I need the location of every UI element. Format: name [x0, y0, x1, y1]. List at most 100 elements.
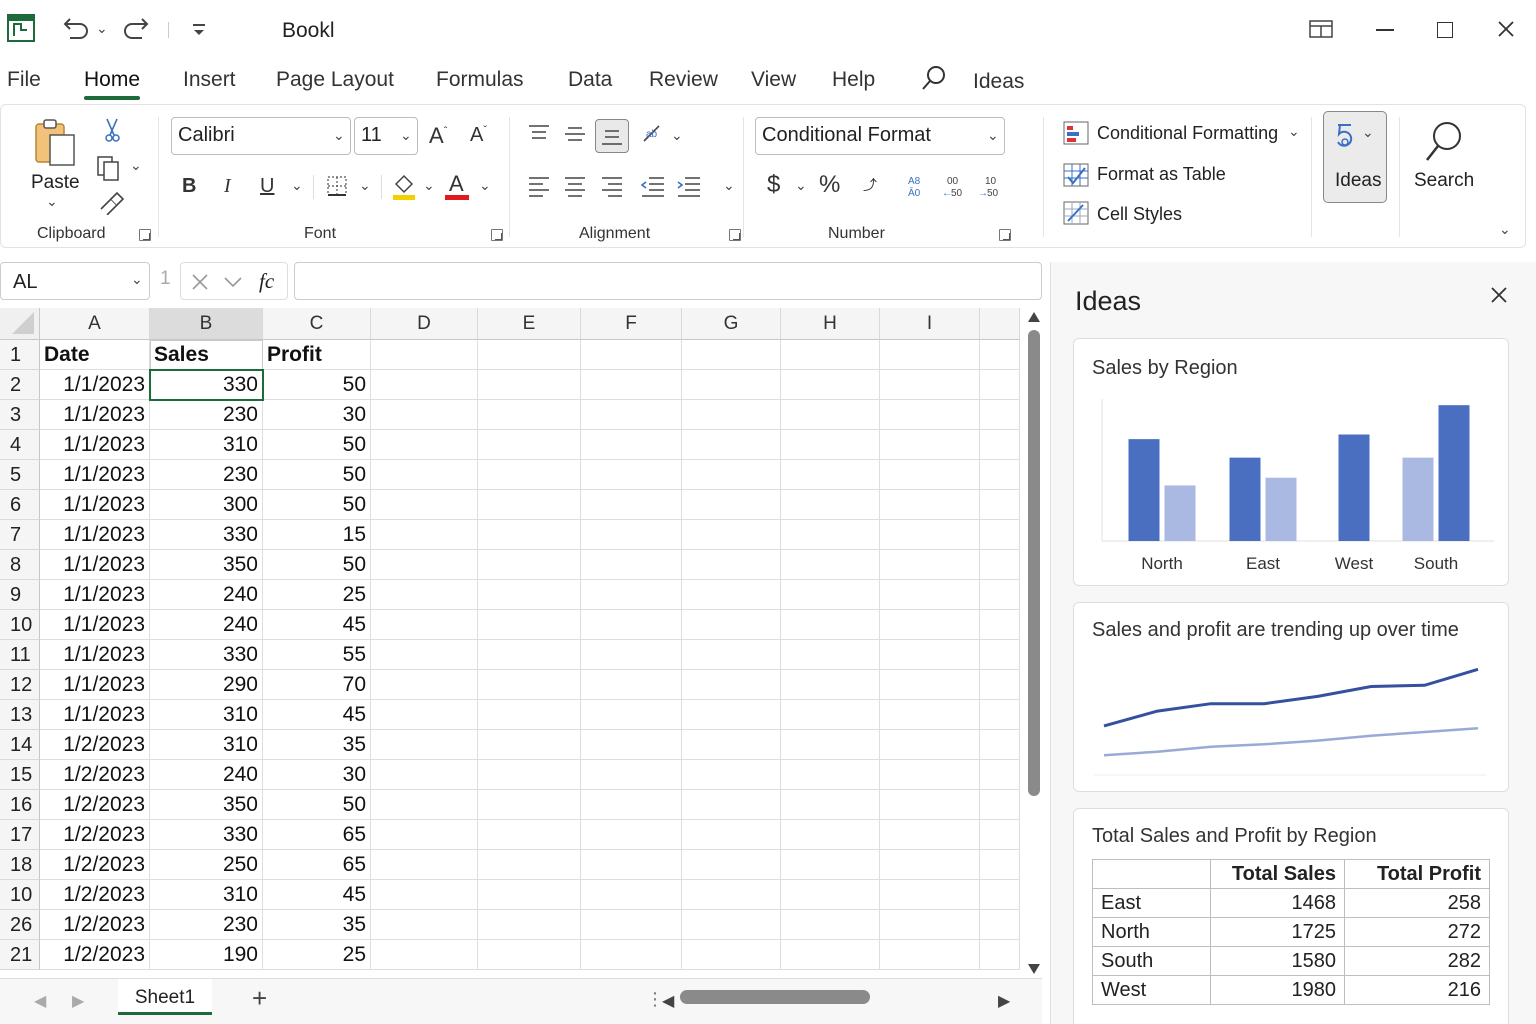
- percent-button[interactable]: %: [819, 171, 840, 199]
- grid-cell[interactable]: [980, 850, 1020, 880]
- search-button-label[interactable]: Search: [1414, 170, 1474, 192]
- tab-home[interactable]: Home: [84, 68, 140, 92]
- row-header[interactable]: 10: [0, 880, 40, 910]
- grid-cell[interactable]: [371, 460, 478, 490]
- paste-icon[interactable]: [33, 117, 77, 169]
- grid-cell[interactable]: [781, 940, 880, 970]
- grid-cell[interactable]: [682, 670, 781, 700]
- borders-chevron-icon[interactable]: ⌄: [359, 177, 371, 194]
- cancel-entry-icon[interactable]: [191, 273, 209, 291]
- fill-color-icon[interactable]: [391, 171, 417, 201]
- grid-cell[interactable]: [880, 430, 980, 460]
- column-header[interactable]: H: [781, 308, 880, 340]
- italic-button[interactable]: I: [224, 175, 231, 198]
- number-format-chevron-icon[interactable]: ⌄: [987, 127, 999, 144]
- grid-cell[interactable]: [880, 730, 980, 760]
- copy-icon[interactable]: [96, 155, 122, 181]
- grid-cell[interactable]: [478, 790, 581, 820]
- sheet-tab-sheet1[interactable]: Sheet1: [118, 979, 212, 1015]
- column-header[interactable]: C: [263, 308, 371, 340]
- column-header[interactable]: G: [682, 308, 781, 340]
- row-header[interactable]: 6: [0, 490, 40, 520]
- grid-cell[interactable]: [371, 340, 478, 370]
- underline-button[interactable]: U: [260, 175, 274, 198]
- grid-cell[interactable]: 1/1/2023: [40, 610, 150, 640]
- grid-cell[interactable]: 30: [263, 400, 371, 430]
- grid-cell[interactable]: 290: [150, 670, 263, 700]
- name-box[interactable]: AL ⌄: [0, 262, 150, 300]
- grid-cell[interactable]: [371, 610, 478, 640]
- grid-cell[interactable]: [980, 370, 1020, 400]
- grid-cell[interactable]: [371, 370, 478, 400]
- grid-cell[interactable]: 240: [150, 760, 263, 790]
- grid-cell[interactable]: [478, 610, 581, 640]
- grid-cell[interactable]: [478, 730, 581, 760]
- grid-cell[interactable]: [880, 640, 980, 670]
- conditional-formatting-button[interactable]: Conditional Formatting: [1097, 123, 1278, 144]
- grid-cell[interactable]: [581, 490, 682, 520]
- grid-cell[interactable]: [581, 670, 682, 700]
- increase-decimal-icon[interactable]: 00← 50: [941, 173, 967, 199]
- tab-page-layout[interactable]: Page Layout: [276, 68, 394, 92]
- grid-cell[interactable]: [371, 730, 478, 760]
- grid-cell[interactable]: [781, 580, 880, 610]
- grid-cell[interactable]: [478, 580, 581, 610]
- grid-cell[interactable]: [581, 400, 682, 430]
- grid-cell[interactable]: 45: [263, 610, 371, 640]
- grid-cell[interactable]: [682, 490, 781, 520]
- grid-cell[interactable]: [371, 580, 478, 610]
- grid-cell[interactable]: [781, 820, 880, 850]
- grid-cell[interactable]: [880, 340, 980, 370]
- grid-cell[interactable]: [880, 580, 980, 610]
- grid-cell[interactable]: [478, 490, 581, 520]
- grid-cell[interactable]: 330: [150, 520, 263, 550]
- align-center-icon[interactable]: [564, 175, 586, 197]
- grid-cell[interactable]: [581, 730, 682, 760]
- grid-cell[interactable]: 350: [150, 790, 263, 820]
- grid-cell[interactable]: [880, 490, 980, 520]
- grid-cell[interactable]: [682, 610, 781, 640]
- column-header[interactable]: [980, 308, 1020, 340]
- grid-cell[interactable]: [478, 670, 581, 700]
- grid-cell[interactable]: 50: [263, 490, 371, 520]
- grid-cell[interactable]: [581, 460, 682, 490]
- redo-icon[interactable]: [122, 16, 152, 42]
- grid-cell[interactable]: [880, 820, 980, 850]
- grid-cell[interactable]: 1/2/2023: [40, 940, 150, 970]
- grid-cell[interactable]: [781, 910, 880, 940]
- grid-cell[interactable]: [682, 340, 781, 370]
- previous-sheet-icon[interactable]: ◀: [34, 991, 46, 1011]
- copy-chevron-icon[interactable]: ⌄: [130, 157, 142, 174]
- format-as-table-icon[interactable]: [1063, 163, 1089, 187]
- grid-cell[interactable]: 1/1/2023: [40, 670, 150, 700]
- grid-cell[interactable]: [682, 400, 781, 430]
- grid-cell[interactable]: [478, 820, 581, 850]
- grid-cell[interactable]: [581, 790, 682, 820]
- grid-cell[interactable]: [478, 850, 581, 880]
- grid-cell[interactable]: 25: [263, 580, 371, 610]
- ideas-button[interactable]: ⌄ Ideas: [1323, 111, 1387, 203]
- row-header[interactable]: 13: [0, 700, 40, 730]
- underline-chevron-icon[interactable]: ⌄: [291, 177, 303, 194]
- grid-cell[interactable]: [581, 520, 682, 550]
- orientation-icon[interactable]: ab: [641, 123, 667, 145]
- column-header[interactable]: I: [880, 308, 980, 340]
- idea-card-bar-chart[interactable]: Sales by Region North East West South: [1073, 338, 1509, 586]
- grid-cell[interactable]: [478, 430, 581, 460]
- grid-cell[interactable]: [781, 850, 880, 880]
- name-box-chevron-icon[interactable]: ⌄: [131, 271, 143, 288]
- grid-cell[interactable]: [478, 520, 581, 550]
- grid-cell[interactable]: [371, 880, 478, 910]
- grid-cell[interactable]: [980, 550, 1020, 580]
- grid-cell[interactable]: [478, 370, 581, 400]
- conditional-formatting-chevron-icon[interactable]: ⌄: [1288, 123, 1300, 140]
- grid-cell[interactable]: [682, 940, 781, 970]
- grid-cell[interactable]: [581, 580, 682, 610]
- grid-cell[interactable]: 1/1/2023: [40, 520, 150, 550]
- decrease-decimal-icon[interactable]: 10→ 50: [977, 173, 1003, 199]
- header-cell[interactable]: Profit: [263, 340, 371, 370]
- horizontal-scroll-thumb[interactable]: [680, 990, 870, 1004]
- row-header[interactable]: 12: [0, 670, 40, 700]
- grid-cell[interactable]: 1/2/2023: [40, 850, 150, 880]
- grid-cell[interactable]: [371, 940, 478, 970]
